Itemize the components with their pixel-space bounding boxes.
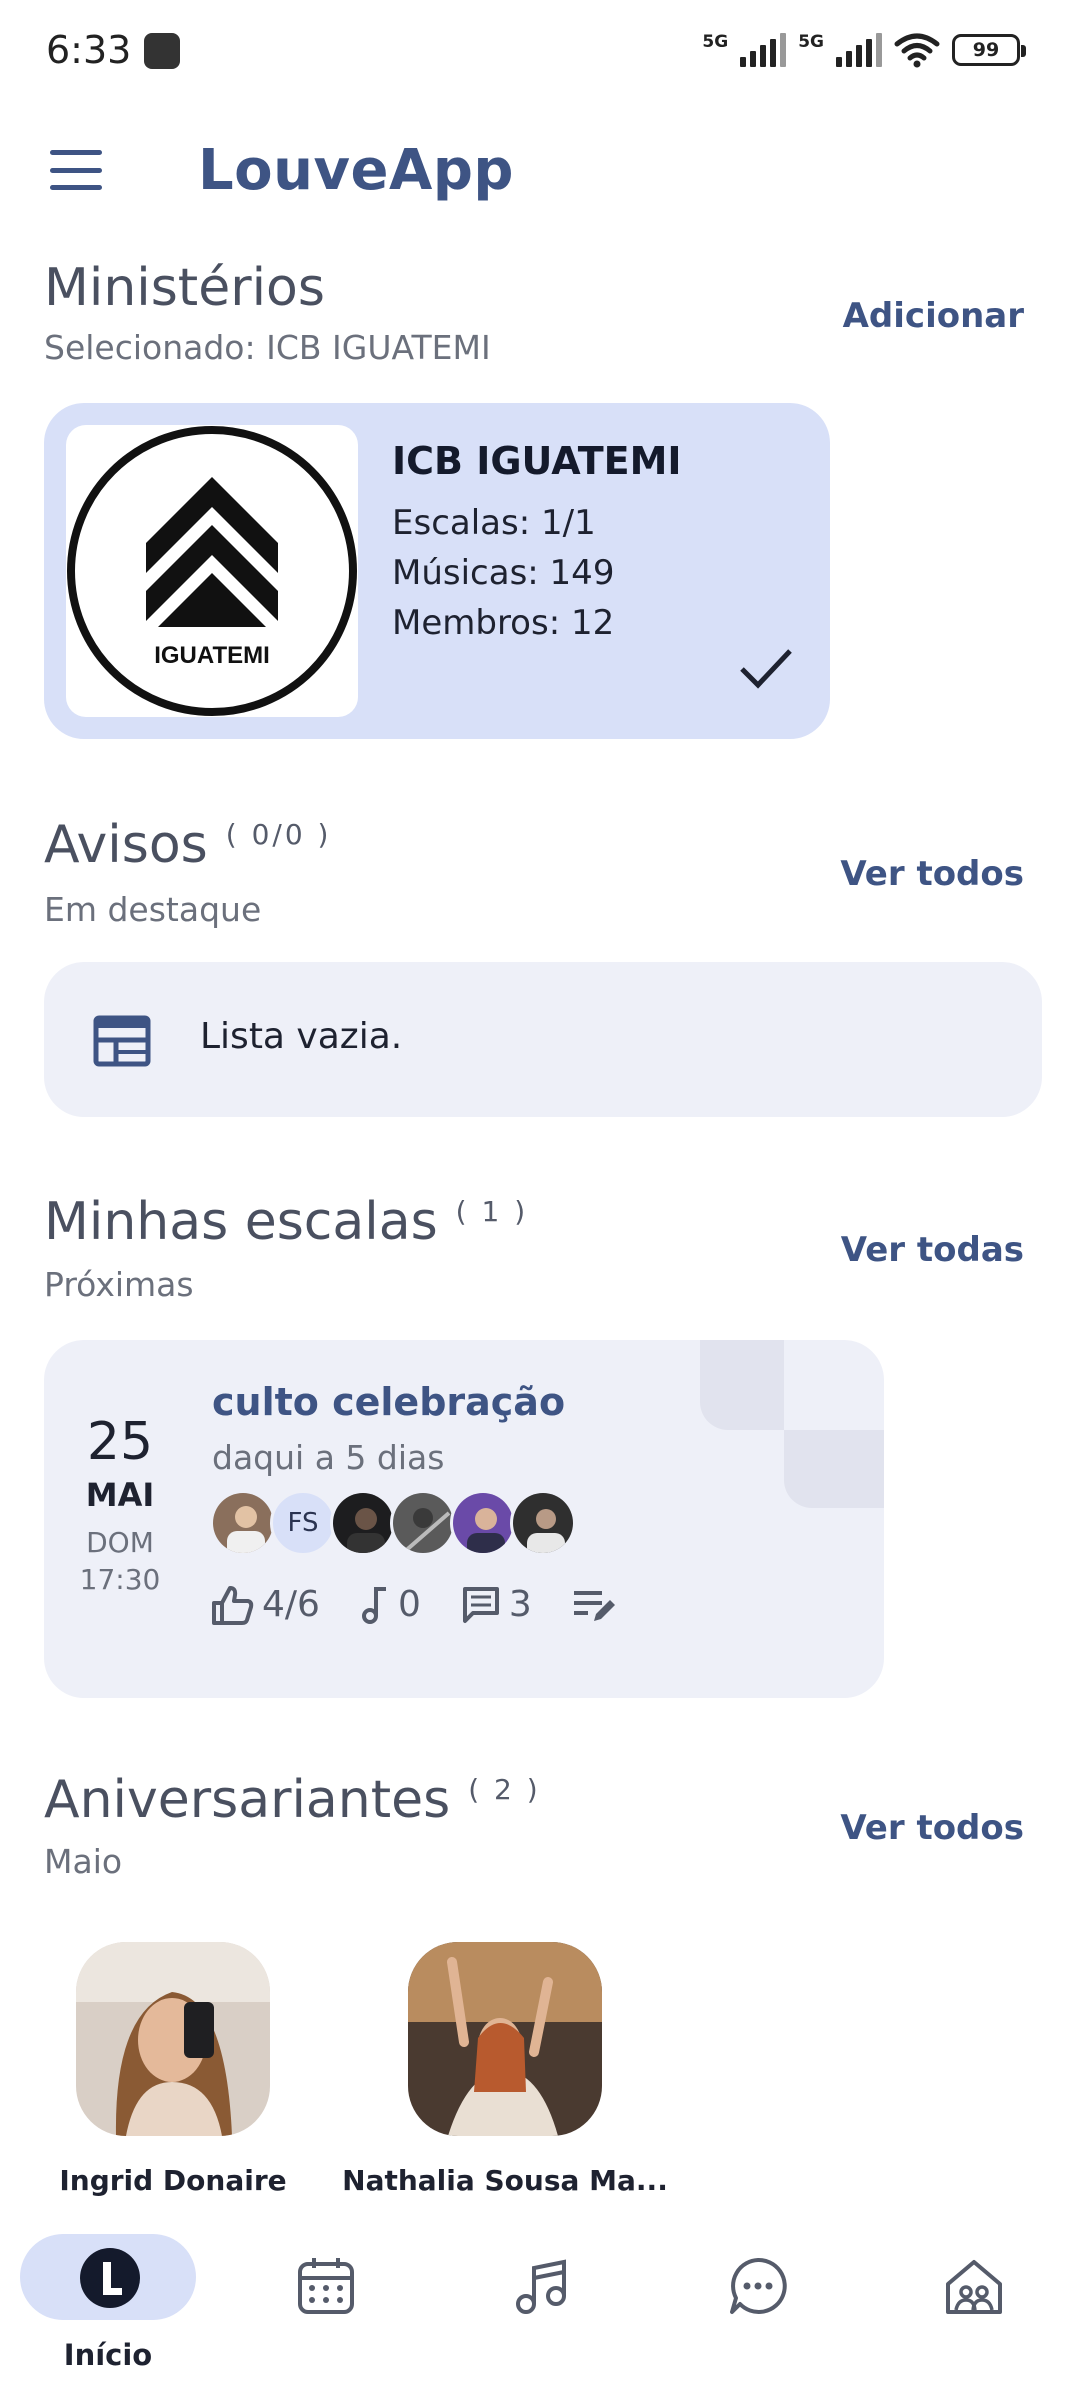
avatar: [210, 1490, 276, 1556]
ministerios-subtitle: Selecionado: ICB IGUATEMI: [44, 328, 491, 367]
avatar: [510, 1490, 576, 1556]
app-notification-icon: [144, 33, 180, 69]
menu-icon[interactable]: [50, 150, 102, 190]
ministry-musicas: Músicas: 149: [392, 553, 615, 593]
escala-weekday: DOM: [86, 1526, 154, 1559]
aniversariantes-see-all-button[interactable]: Ver todos: [840, 1808, 1024, 1848]
avisos-count: ( 0/0 ): [225, 818, 332, 851]
aniversariantes-title: Aniversariantes ( 2 ): [44, 1770, 541, 1830]
avisos-see-all-button[interactable]: Ver todos: [840, 854, 1024, 894]
app-bar: LouveApp: [0, 120, 1080, 220]
comments-counter: 3: [461, 1584, 532, 1625]
music-note-icon: [516, 2259, 566, 2314]
nav-inicio-label: Início: [63, 2338, 153, 2372]
escala-subtitle: daqui a 5 dias: [212, 1438, 445, 1477]
comment-icon: [462, 1586, 499, 1623]
calendar-icon: [298, 2258, 354, 2314]
network-label-2: 5G: [798, 32, 824, 52]
check-icon: [740, 649, 792, 689]
escala-time: 17:30: [79, 1563, 161, 1596]
avatar: [450, 1490, 516, 1556]
songs-value: 0: [397, 1584, 421, 1625]
add-ministry-button[interactable]: Adicionar: [843, 296, 1024, 336]
nav-musicas[interactable]: [452, 2234, 632, 2364]
escalas-title: Minhas escalas ( 1 ): [44, 1192, 528, 1252]
escala-month: MAI: [85, 1476, 155, 1514]
likes-counter: 4/6: [210, 1584, 320, 1625]
card-decoration: [700, 1340, 784, 1430]
ministry-logo-text: IGUATEMI: [154, 642, 270, 669]
birthday-person[interactable]: Nathalia Sousa Ma...: [340, 1942, 670, 2197]
thumb-up-icon: [212, 1585, 254, 1625]
status-time: 6:33: [46, 28, 132, 72]
card-decoration-2: [784, 1430, 884, 1508]
nav-ministerio[interactable]: [884, 2234, 1064, 2364]
birthday-person[interactable]: Ingrid Donaire: [8, 1942, 338, 2197]
escalas-see-all-button[interactable]: Ver todas: [841, 1230, 1024, 1270]
home-logo-icon: [80, 2248, 140, 2308]
avisos-empty-card: Lista vazia.: [44, 962, 1042, 1117]
avisos-title-text: Avisos: [44, 815, 208, 875]
ministerios-title: Ministérios: [44, 258, 325, 318]
battery-icon: 99: [952, 34, 1026, 66]
escala-card[interactable]: 25 MAI DOM 17:30 culto celebração daqui …: [44, 1340, 884, 1698]
escalas-title-text: Minhas escalas: [44, 1192, 438, 1252]
escala-date: 25 MAI DOM 17:30: [64, 1412, 176, 1596]
escalas-count: ( 1 ): [455, 1195, 529, 1228]
birthday-name: Ingrid Donaire: [59, 2164, 287, 2197]
edit-list-icon[interactable]: [572, 1585, 618, 1625]
wifi-icon: [894, 33, 940, 68]
songs-counter: 0: [360, 1584, 421, 1625]
escala-meta: 4/6 0 3: [210, 1584, 618, 1625]
avisos-empty-text: Lista vazia.: [200, 1016, 403, 1057]
status-bar: 6:33 5G 5G 99: [0, 0, 1080, 100]
escala-title: culto celebração: [212, 1380, 566, 1424]
nav-chat[interactable]: [668, 2234, 848, 2364]
nav-escalas[interactable]: [236, 2234, 416, 2364]
avisos-subtitle: Em destaque: [44, 890, 262, 929]
bottom-nav: Início: [0, 2210, 1080, 2400]
avatar: [390, 1490, 456, 1556]
ministry-membros: Membros: 12: [392, 603, 615, 643]
avatar: [408, 1942, 602, 2136]
music-note-icon: [361, 1586, 386, 1624]
signal-icon-2: [836, 33, 882, 67]
calendar-table-icon: [93, 1015, 151, 1067]
signal-icon: [740, 33, 787, 67]
aniversariantes-count: ( 2 ): [468, 1773, 541, 1806]
likes-value: 4/6: [262, 1584, 320, 1625]
aniversariantes-subtitle: Maio: [44, 1842, 123, 1881]
network-label: 5G: [702, 32, 729, 52]
escala-members: FS: [210, 1490, 576, 1556]
ministry-escalas: Escalas: 1/1: [392, 503, 596, 543]
escala-day: 25: [86, 1412, 154, 1472]
ministry-name: ICB IGUATEMI: [392, 439, 682, 483]
birthday-name: Nathalia Sousa Ma...: [342, 2164, 668, 2197]
avatar: [76, 1942, 270, 2136]
app-title: LouveApp: [198, 138, 515, 203]
group-home-icon: [946, 2260, 1002, 2314]
avatar: [330, 1490, 396, 1556]
aniversariantes-title-text: Aniversariantes: [44, 1770, 451, 1830]
chat-icon: [730, 2257, 787, 2314]
ministry-card[interactable]: IGUATEMI ICB IGUATEMI Escalas: 1/1 Músic…: [44, 403, 830, 739]
escalas-subtitle: Próximas: [44, 1265, 194, 1304]
avisos-title: Avisos ( 0/0 ): [44, 815, 331, 875]
nav-inicio[interactable]: Início: [20, 2234, 200, 2372]
comments-value: 3: [508, 1584, 532, 1625]
avatar: FS: [270, 1490, 336, 1556]
status-icons: 5G 5G 99: [702, 28, 1026, 72]
ministry-logo: IGUATEMI: [66, 425, 358, 717]
